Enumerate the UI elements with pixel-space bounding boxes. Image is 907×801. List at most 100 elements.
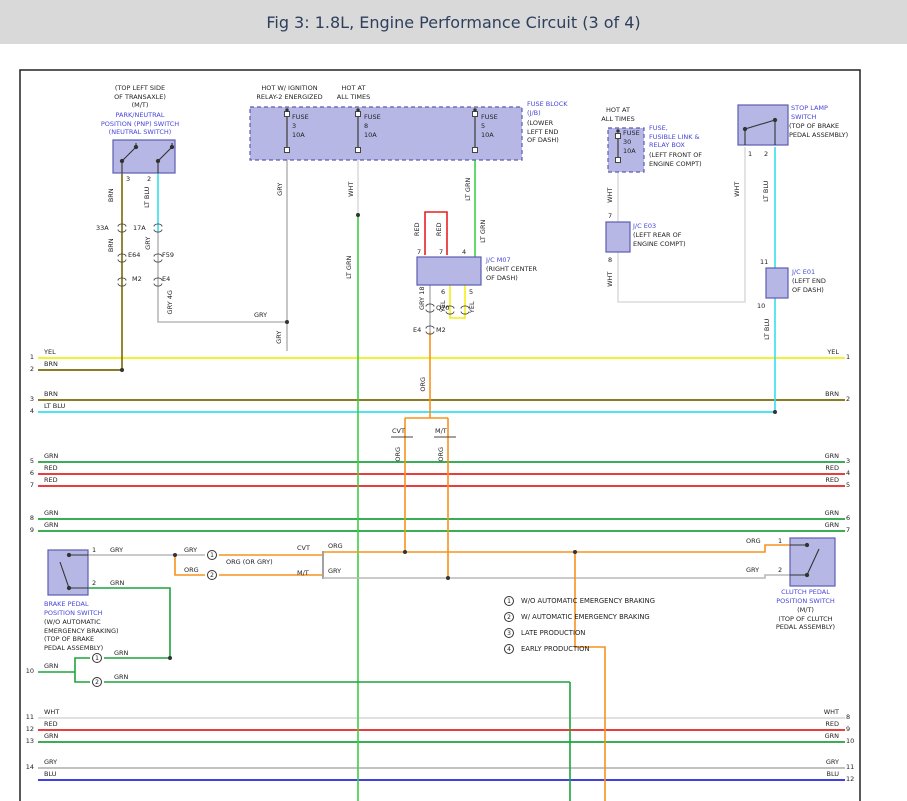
brake-switch-location: (W/O AUTOMATIC EMERGENCY BRAKING) (TOP O…	[44, 618, 119, 652]
pin-number: 2	[778, 566, 782, 575]
fuse-number: 30	[623, 138, 631, 147]
wire-code-label: GRY 18	[418, 278, 427, 318]
pin-number: 10	[846, 737, 858, 746]
pin-number: 10	[22, 667, 34, 676]
fuse-label: FUSE	[292, 113, 309, 122]
pin-number: 4	[462, 248, 466, 257]
fuse-number: 5	[481, 122, 485, 131]
wire-color-label: GRY	[746, 566, 759, 575]
wire-color-label: YEL	[44, 348, 56, 357]
wire-color-label: YEL	[468, 287, 477, 327]
legend-text: W/ AUTOMATIC EMERGENCY BRAKING	[521, 613, 650, 621]
pin-number: 9	[22, 526, 34, 535]
wire-color-label: GRN	[114, 673, 128, 682]
wire-color-label: ORG	[328, 542, 343, 551]
wire-color-label: GRY	[44, 758, 57, 767]
wire-color-label: GRN	[44, 452, 58, 461]
wire-color-label: LT BLU	[762, 171, 771, 211]
connector-code: E4	[413, 326, 421, 335]
wire-color-label: GRN	[44, 521, 58, 530]
pin-number: 1	[22, 353, 34, 362]
option-marker-1: 1	[207, 550, 217, 560]
legend-text: LATE PRODUCTION	[521, 629, 585, 637]
wire-color-label: WHT	[347, 169, 356, 209]
legend-text: EARLY PRODUCTION	[521, 645, 590, 653]
pin-number: 7	[22, 481, 34, 490]
wire-color-label: RED	[435, 209, 444, 249]
wire-color-label: GRY	[276, 169, 285, 209]
wire-color-label: BRN	[44, 360, 58, 369]
pin-number: 1	[92, 546, 96, 555]
wire-color-label: GRN	[797, 509, 839, 518]
connector-code: M2	[436, 326, 446, 335]
fuse-label: FUSE	[481, 113, 498, 122]
pnp-location-label: (TOP LEFT SIDE OF TRANSAXLE) (M/T)	[75, 84, 205, 110]
legend-item: 2 W/ AUTOMATIC EMERGENCY BRAKING	[504, 612, 650, 622]
relay-box-name: FUSE, FUSIBLE LINK & RELAY BOX	[649, 124, 700, 150]
wire-color-label: WHT	[733, 169, 742, 209]
pnp-name-label: PARK/NEUTRAL POSITION (PNP) SWITCH (NEUT…	[75, 111, 205, 137]
jc-e03-location: (LEFT REAR OF ENGINE COMPT)	[633, 231, 686, 248]
option-marker-1: 1	[92, 653, 102, 663]
fuse-amp: 10A	[481, 131, 494, 140]
option-marker-2: 2	[92, 677, 102, 687]
cvt-option-label: CVT	[297, 544, 310, 553]
pin-number: 6	[846, 514, 858, 523]
pin-number: 2	[22, 365, 34, 374]
pin-number: 5	[22, 457, 34, 466]
wire-color-label: WHT	[606, 175, 615, 215]
wire-color-label: WHT	[797, 708, 839, 717]
pin-number: 2	[846, 395, 858, 404]
wire-color-label: BLU	[44, 770, 57, 779]
wire-color-label: RED	[797, 464, 839, 473]
pin-number: 5	[846, 481, 858, 490]
mt-option-label: M/T	[297, 569, 309, 578]
pin-number: 14	[22, 763, 34, 772]
wire-color-label: BRN	[107, 225, 116, 265]
fuse-number: 8	[364, 122, 368, 131]
wire-color-label: LT GRN	[464, 169, 473, 209]
wire-color-label: BRN	[107, 175, 116, 215]
pin-number: 11	[846, 763, 858, 772]
fuse-label: FUSE	[364, 113, 381, 122]
wire-color-label: GRY	[144, 223, 153, 263]
pin-number: 7	[846, 526, 858, 535]
pin-number: 12	[846, 775, 858, 784]
wire-color-label: BLU	[797, 770, 839, 779]
wire-color-label: BRN	[797, 390, 839, 399]
stop-lamp-location: (TOP OF BRAKE PEDAL ASSEMBLY)	[789, 122, 848, 139]
pin-number: 7	[439, 248, 443, 257]
wire-color-label: GRY	[184, 546, 197, 555]
wire-color-label: GRN	[44, 662, 58, 671]
jc-m07-name: J/C M07	[486, 256, 511, 265]
legend-marker-2: 2	[504, 612, 514, 622]
wire-color-label: ORG	[394, 434, 403, 474]
pin-number: 4	[846, 469, 858, 478]
wire-color-label: ORG	[746, 537, 761, 546]
wire-color-label: RED	[797, 476, 839, 485]
clutch-switch-location: (M/T) (TOP OF CLUTCH PEDAL ASSEMBLY)	[758, 606, 853, 632]
jc-m07-location: (RIGHT CENTER OF DASH)	[486, 265, 537, 282]
pin-number: 12	[22, 725, 34, 734]
legend-marker-3: 3	[504, 628, 514, 638]
wire-color-label: GRY	[254, 311, 267, 320]
wire-color-label: BRN	[44, 390, 58, 399]
wire-color-label: RED	[44, 720, 58, 729]
wire-code-label: GRY 4G	[166, 282, 175, 322]
wire-color-label: ORG	[437, 434, 446, 474]
wire-color-label: LT BLU	[763, 309, 772, 349]
pin-number: 3	[846, 457, 858, 466]
pin-number: 7	[417, 248, 421, 257]
connector-code: F59	[162, 251, 174, 260]
wire-color-label: YEL	[797, 348, 839, 357]
relay-box-location: (LEFT FRONT OF ENGINE COMPT)	[649, 151, 702, 168]
pnp-pin-3: 3	[126, 175, 130, 184]
fuse-block-name: FUSE BLOCK (J/B)	[527, 100, 568, 117]
option-marker-2: 2	[207, 570, 217, 580]
wire-color-label: LT BLU	[44, 402, 65, 411]
pin-number: 4	[22, 407, 34, 416]
legend-item: 1 W/O AUTOMATIC EMERGENCY BRAKING	[504, 596, 655, 606]
wire-color-label: LT GRN	[479, 211, 488, 251]
jc-e03-name: J/C E03	[633, 222, 656, 231]
legend-item: 4 EARLY PRODUCTION	[504, 644, 590, 654]
